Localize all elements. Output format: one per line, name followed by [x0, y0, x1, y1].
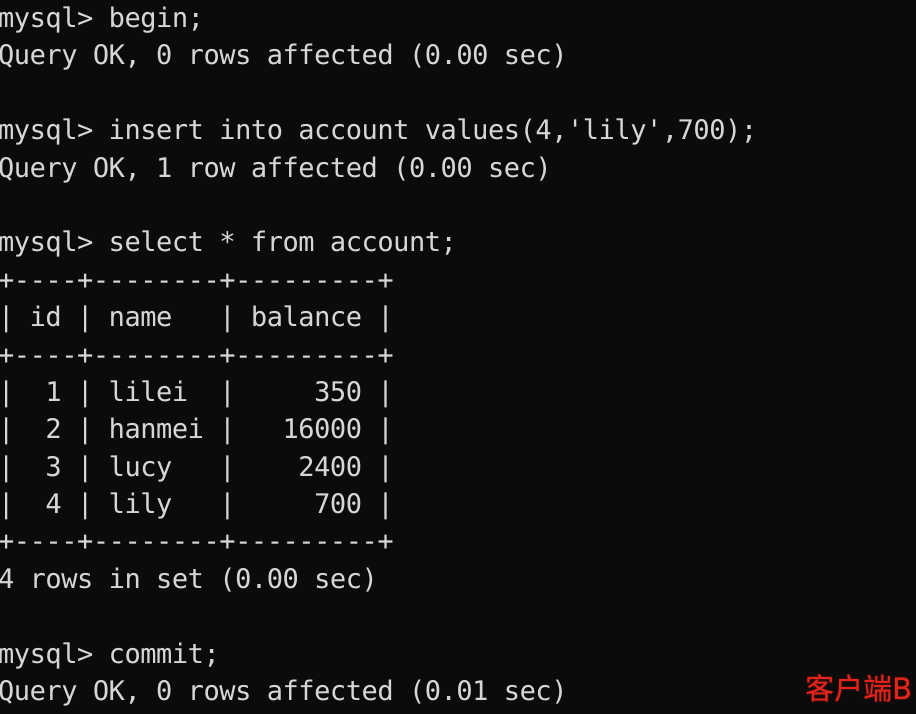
- table-header-row: | id | name | balance |: [0, 302, 394, 334]
- table-row: | 3 | lucy | 2400 |: [0, 451, 394, 483]
- table-border-bottom: +----+--------+---------+: [0, 526, 394, 558]
- terminal-line: mysql> select * from account;: [0, 227, 457, 259]
- terminal-line: Query OK, 0 rows affected (0.01 sec): [0, 676, 567, 708]
- table-row: | 4 | lily | 700 |: [0, 489, 394, 521]
- terminal-line: Query OK, 1 row affected (0.00 sec): [0, 152, 552, 184]
- table-row: | 1 | lilei | 350 |: [0, 376, 394, 408]
- mysql-terminal-window: mysql> begin; Query OK, 0 rows affected (…: [0, 0, 916, 714]
- table-row: | 2 | hanmei | 16000 |: [0, 414, 394, 446]
- terminal-line: Query OK, 0 rows affected (0.00 sec): [0, 40, 567, 72]
- terminal-console-output[interactable]: mysql> begin; Query OK, 0 rows affected (…: [0, 0, 757, 710]
- table-border-top: +----+--------+---------+: [0, 264, 394, 296]
- terminal-line: mysql> insert into account values(4,'lil…: [0, 115, 757, 147]
- client-label-annotation: 客户端B: [805, 672, 912, 706]
- row-count-status: 4 rows in set (0.00 sec): [0, 563, 378, 595]
- terminal-line: mysql> begin;: [0, 3, 204, 34]
- terminal-line: mysql> commit;: [0, 638, 220, 670]
- table-border-header: +----+--------+---------+: [0, 339, 394, 371]
